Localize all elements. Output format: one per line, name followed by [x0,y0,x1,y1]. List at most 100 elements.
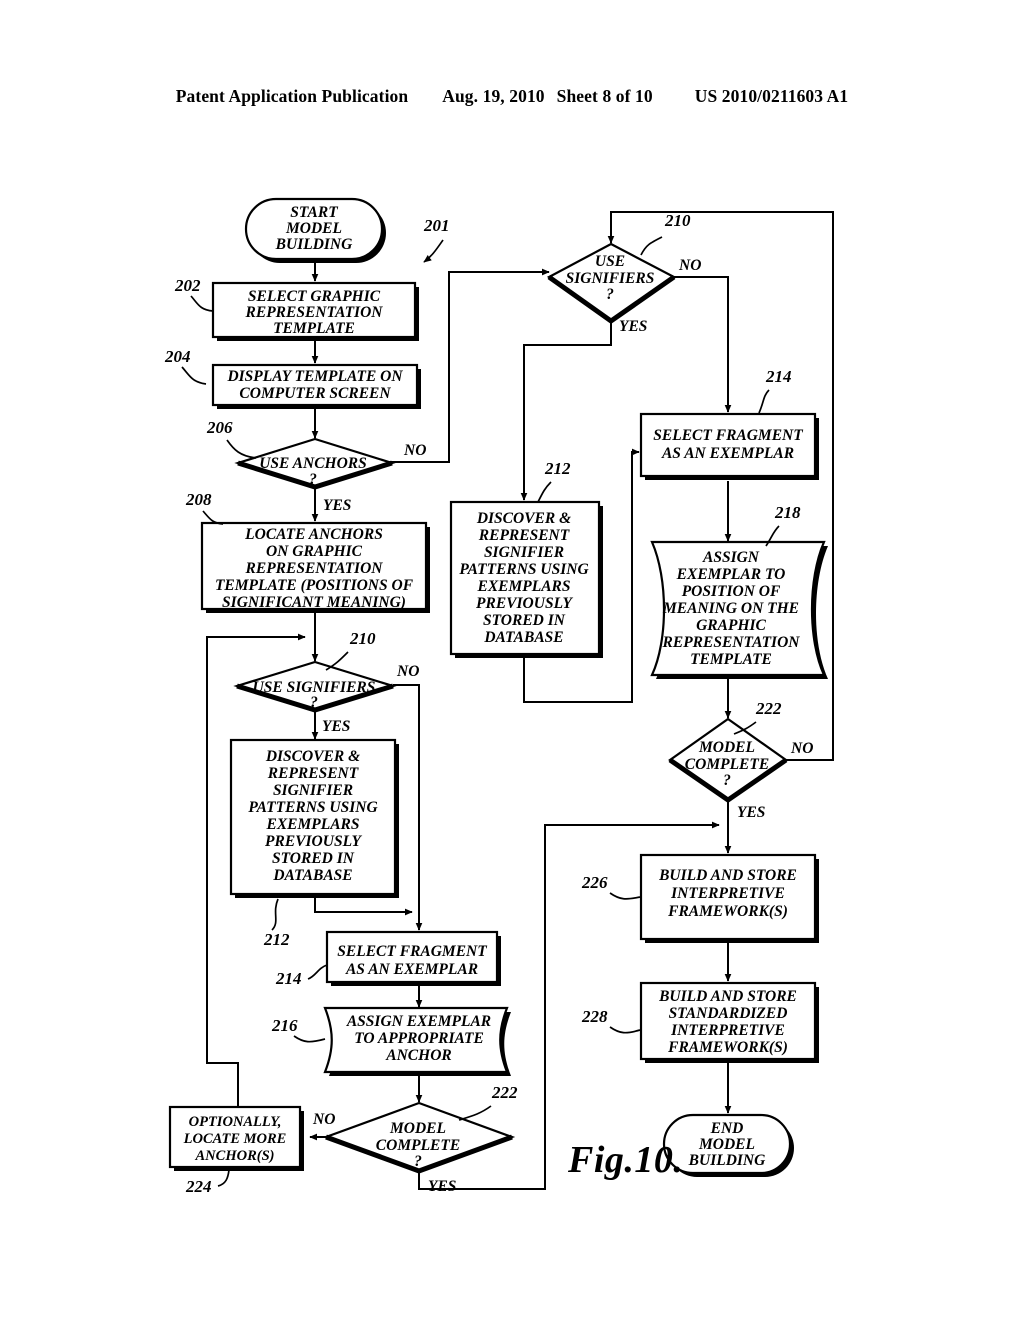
node-210-top-line-0: USE [595,253,625,270]
node-222-right-line-0: MODEL [698,739,755,756]
node-228-line-2: INTERPRETIVE [670,1022,785,1039]
node-222-left-line-1: COMPLETE [376,1137,460,1154]
node-206-no-label: NO [403,442,426,459]
node-212-mid-line-1: REPRESENT [478,527,570,544]
node-214-left: SELECT FRAGMENT AS AN EXEMPLAR 214 [275,930,501,988]
node-202-line-1: REPRESENTATION [245,304,384,321]
node-222-left-line-0: MODEL [389,1120,446,1137]
node-210-top-line-1: SIGNIFIERS [566,270,655,287]
ref-214-left-leader [307,964,328,980]
node-226: BUILD AND STORE INTERPRETIVE FRAMEWORK(S… [581,853,819,943]
node-210-left: USE SIGNIFIERS ? 210 NO YES [233,629,419,735]
ref-210-top-label: 210 [664,211,691,230]
node-214-right-line-1: AS AN EXEMPLAR [661,445,794,462]
ref-201-label: 201 [423,216,450,235]
node-212-left-line-5: PREVIOUSLY [265,833,362,850]
ref-210-left-leader [325,651,349,671]
node-214-right: SELECT FRAGMENT AS AN EXEMPLAR 214 [639,367,819,480]
node-228-line-3: FRAMEWORK(S) [667,1039,788,1056]
node-210-top-no-label: NO [678,257,701,274]
ref-222-left-leader [458,1105,492,1121]
node-218-line-0: ASSIGN [702,549,760,566]
node-222-left: MODEL COMPLETE ? 222 NO YES [312,1083,518,1195]
node-222-left-no-label: NO [312,1111,335,1128]
ref-210-left-label: 210 [349,629,376,648]
node-224: OPTIONALLY, LOCATE MORE ANCHOR(S) 224 [168,1105,304,1196]
node-202-line-0: SELECT GRAPHIC [248,288,381,305]
ref-216-leader [293,1035,326,1043]
node-216-line-2: ANCHOR [385,1047,451,1064]
ref-212-mid-label: 212 [544,459,571,478]
node-208: LOCATE ANCHORS ON GRAPHIC REPRESENTATION… [185,490,430,613]
ref-228-label: 228 [581,1007,608,1026]
flowchart-canvas: START MODEL BUILDING 201 SELECT GRAPHIC … [164,197,834,1196]
node-212-left: DISCOVER & REPRESENT SIGNIFIER PATTERNS … [229,738,399,949]
ref-206-label: 206 [206,418,233,437]
node-212-mid-line-7: DATABASE [483,629,563,646]
node-222-right-line-1: COMPLETE [685,756,769,773]
node-216-line-1: TO APPROPRIATE [354,1030,484,1047]
ref-224-label: 224 [185,1177,212,1196]
node-210-left-line-1: ? [310,694,318,711]
ref-224-leader [217,1169,230,1187]
node-228: BUILD AND STORE STANDARDIZED INTERPRETIV… [581,981,819,1063]
edge-210top-no-to-214right [673,276,732,413]
node-226-line-2: FRAMEWORK(S) [667,903,788,920]
ref-202-label: 202 [174,276,201,295]
node-206: USE ANCHORS ? 206 NO YES [206,418,426,514]
ref-216-label: 216 [271,1016,298,1035]
ref-218-label: 218 [774,503,801,522]
node-228-line-0: BUILD AND STORE [658,988,797,1005]
node-214-left-line-0: SELECT FRAGMENT [337,943,487,960]
figure-label: Fig.10. [568,1139,684,1181]
node-212-left-line-1: REPRESENT [267,765,359,782]
node-212-mid-line-3: PATTERNS USING [459,561,589,578]
node-212-mid-line-5: PREVIOUSLY [476,595,573,612]
node-224-line-1: LOCATE MORE [183,1131,287,1147]
ref-202-leader [190,295,214,312]
node-212-left-line-3: PATTERNS USING [248,799,378,816]
node-208-line-2: REPRESENTATION [245,560,384,577]
node-212-left-line-7: DATABASE [272,867,352,884]
ref-212-mid-leader [537,481,552,503]
node-210-top: USE SIGNIFIERS ? 210 NO YES [546,211,701,335]
node-end: END MODEL BUILDING [662,1113,794,1177]
node-206-yes-label: YES [323,497,351,514]
ref-222-left-label: 222 [491,1083,518,1102]
node-202: SELECT GRAPHIC REPRESENTATION TEMPLATE 2… [174,276,419,341]
ref-210-top-leader [640,236,663,256]
node-218-line-2: POSITION OF [682,583,781,600]
node-218-line-5: REPRESENTATION [662,634,801,651]
node-206-line-1: ? [309,471,317,488]
node-202-line-2: TEMPLATE [273,320,355,337]
ref-222-right-label: 222 [755,699,782,718]
node-start-line-2: BUILDING [275,236,353,253]
ref-208-label: 208 [185,490,212,509]
ref-212-left-leader [271,898,279,931]
node-218-line-4: GRAPHIC [696,617,766,634]
node-218-line-6: TEMPLATE [690,651,772,668]
node-214-right-line-0: SELECT FRAGMENT [653,427,803,444]
ref-228-leader [609,1026,641,1034]
ref-226-leader [609,892,641,900]
node-216-line-0: ASSIGN EXEMPLAR [346,1013,491,1030]
node-212-mid-line-2: SIGNIFIER [484,544,564,561]
node-210-top-yes-label: YES [619,318,647,335]
node-210-left-yes-label: YES [322,718,350,735]
node-204: DISPLAY TEMPLATE ON COMPUTER SCREEN 204 [164,347,421,409]
node-208-line-3: TEMPLATE (POSITIONS OF [215,577,414,594]
node-222-left-line-2: ? [414,1153,422,1170]
node-208-line-4: SIGNIFICANT MEANING) [222,594,406,611]
node-start: START MODEL BUILDING [244,197,386,263]
ref-214-left-label: 214 [275,969,302,988]
node-210-left-no-label: NO [396,663,419,680]
node-218: ASSIGN EXEMPLAR TO POSITION OF MEANING O… [650,503,828,679]
node-222-right-line-2: ? [723,772,731,789]
node-start-line-0: START [290,204,338,221]
node-216: ASSIGN EXEMPLAR TO APPROPRIATE ANCHOR 21… [271,1006,511,1076]
node-212-mid-line-0: DISCOVER & [476,510,571,527]
node-212-mid-line-6: STORED IN [483,612,566,629]
node-224-line-0: OPTIONALLY, [189,1114,282,1130]
node-end-line-2: BUILDING [688,1152,766,1169]
ref-204-leader [181,366,207,385]
